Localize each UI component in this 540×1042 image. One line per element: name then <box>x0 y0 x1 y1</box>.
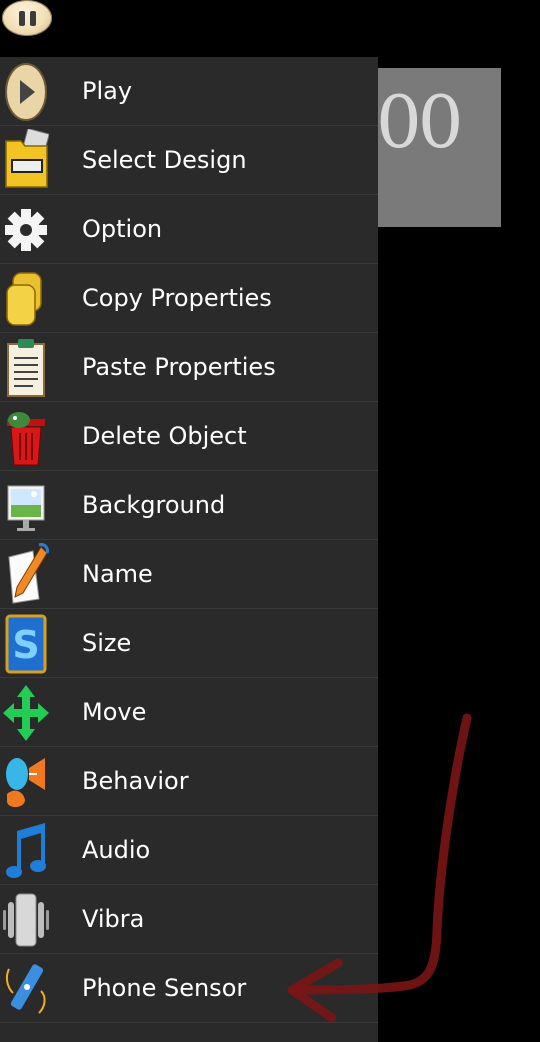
menu-item-background[interactable]: Background <box>0 471 378 540</box>
pause-icon <box>19 11 25 26</box>
folder-icon <box>5 129 49 188</box>
svg-text:S: S <box>12 623 39 667</box>
menu-item-label: Vibra <box>82 905 145 933</box>
menu-item-label: Option <box>82 215 163 243</box>
move-arrows-icon <box>3 685 49 741</box>
landscape-icon <box>7 485 45 531</box>
copy-icon <box>6 272 42 326</box>
pencil-icon <box>8 543 49 604</box>
menu-item-name[interactable]: Name <box>0 540 378 609</box>
menu-item-vibra[interactable]: Vibra <box>0 885 378 954</box>
menu-item-label: Audio <box>82 836 151 864</box>
menu-item-label: Name <box>82 560 153 588</box>
music-note-icon <box>6 823 46 878</box>
menu-item-label: Phone Sensor <box>82 974 247 1002</box>
menu-item-phone-sensor[interactable]: Phone Sensor <box>0 954 378 1023</box>
menu-item-behavior[interactable]: Behavior <box>0 747 378 816</box>
gear-icon <box>5 209 47 251</box>
pause-button[interactable] <box>2 0 52 36</box>
menu-item-copy-properties[interactable]: Copy Properties <box>0 264 378 333</box>
play-icon <box>5 63 47 121</box>
sensor-icon <box>5 964 46 1014</box>
menu-item-label: Paste Properties <box>82 353 276 381</box>
menu-item-label: Copy Properties <box>82 284 272 312</box>
menu-item-label: Play <box>82 77 133 105</box>
object-number: 00 <box>376 80 464 164</box>
menu-item-label: Delete Object <box>82 422 247 450</box>
size-icon: S <box>5 614 47 674</box>
menu-item-move[interactable]: Move <box>0 678 378 747</box>
menu-item-label: Behavior <box>82 767 189 795</box>
menu-item-label: Select Design <box>82 146 247 174</box>
vibration-icon <box>3 893 49 947</box>
menu-item-label: Background <box>82 491 226 519</box>
menu-item-play[interactable]: Play <box>0 57 378 126</box>
menu-item-delete-object[interactable]: Delete Object <box>0 402 378 471</box>
menu-item-paste-properties[interactable]: Paste Properties <box>0 333 378 402</box>
menu-item-label: Size <box>82 629 132 657</box>
clipboard-icon <box>7 339 45 397</box>
behavior-icon <box>6 758 45 808</box>
menu-item-option[interactable]: Option <box>0 195 378 264</box>
menu-item-audio[interactable]: Audio <box>0 816 378 885</box>
object-preview[interactable]: 00 <box>376 68 501 227</box>
menu-item-size[interactable]: S Size <box>0 609 378 678</box>
trash-icon <box>7 412 45 466</box>
menu-item-label: Move <box>82 698 147 726</box>
context-menu: Play Select Design Option Copy Propertie… <box>0 57 378 1042</box>
menu-item-select-design[interactable]: Select Design <box>0 126 378 195</box>
